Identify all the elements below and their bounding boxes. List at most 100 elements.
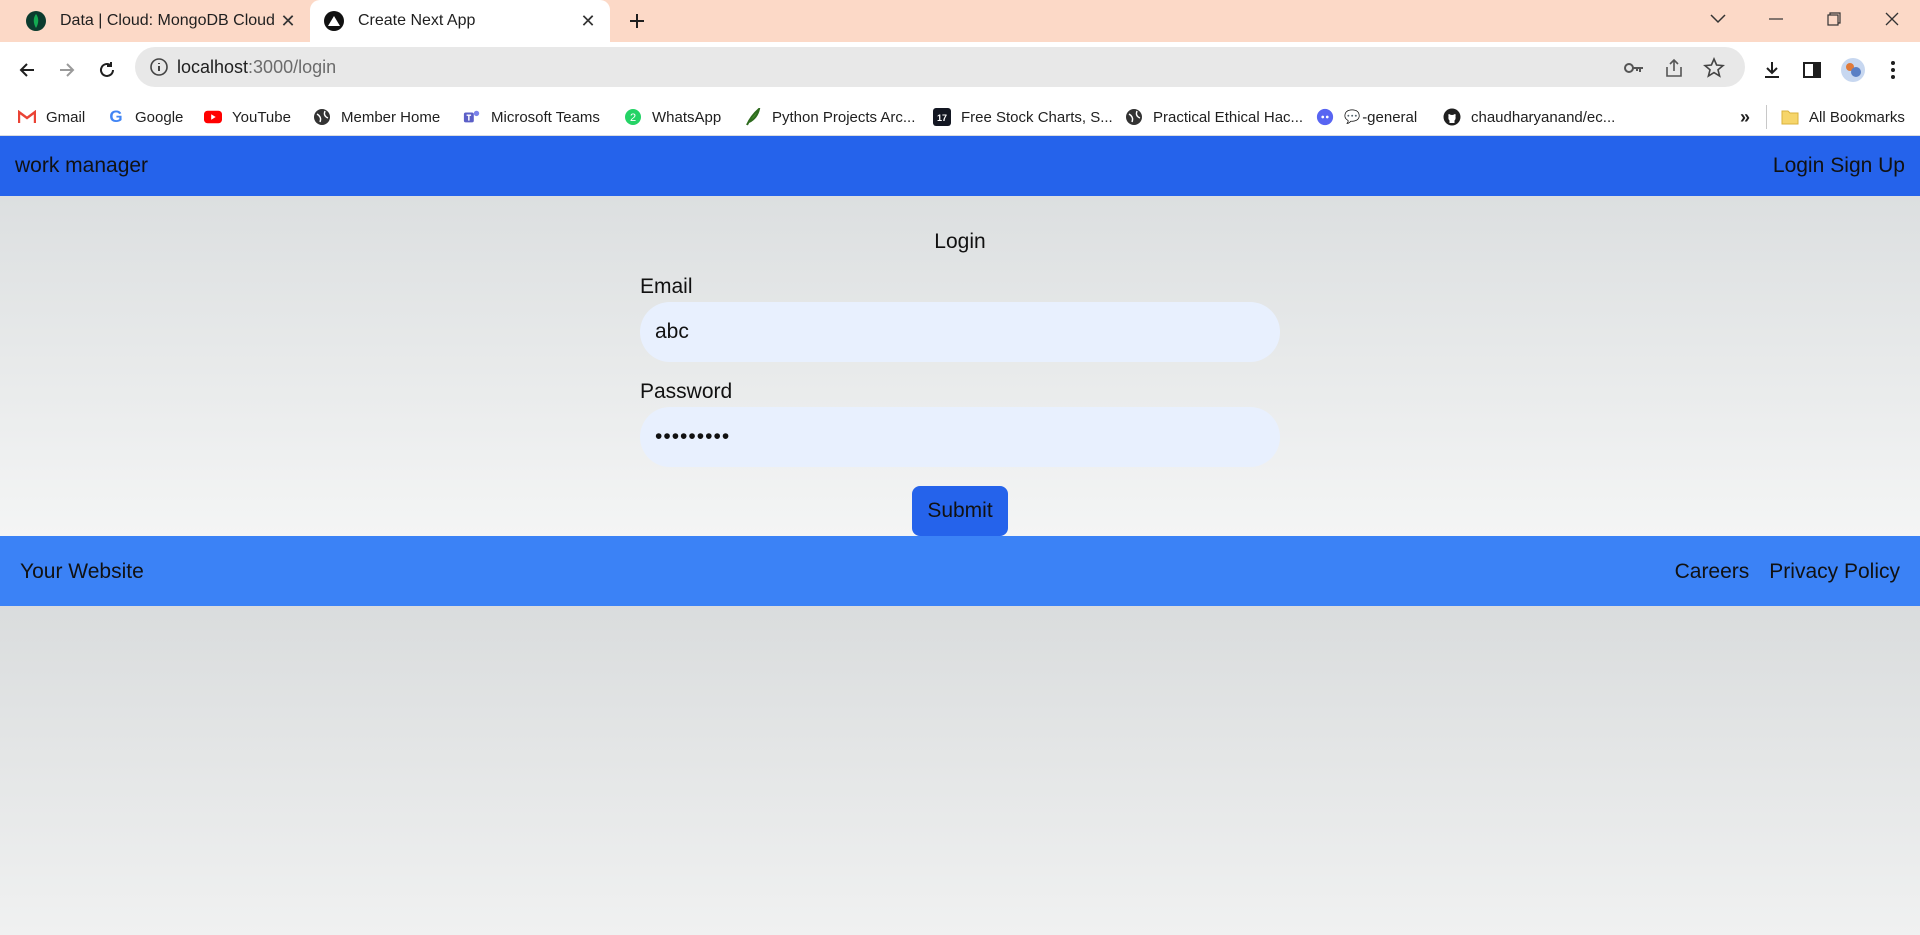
download-icon <box>1765 62 1779 78</box>
bookmark-label: Free Stock Charts, S... <box>961 108 1113 126</box>
svg-text:17: 17 <box>937 113 947 123</box>
chevron-down-icon <box>1710 14 1726 24</box>
bookmark-general[interactable]: 💬 -general <box>1316 98 1417 136</box>
signup-link[interactable]: Sign Up <box>1830 154 1905 178</box>
bookmark-python-projects[interactable]: Python Projects Arc... <box>744 98 915 136</box>
bookmark-youtube[interactable]: YouTube <box>204 98 291 136</box>
site-info-icon[interactable] <box>149 57 169 77</box>
bookmarks-bar: Gmail G Google YouTube Member Home Micro… <box>0 98 1920 136</box>
app-navbar: work manager Login Sign Up <box>0 136 1920 196</box>
footer-links: Careers Privacy Policy <box>1675 560 1900 584</box>
tab-title: Data | Cloud: MongoDB Cloud <box>60 12 274 29</box>
side-panel-button[interactable] <box>1795 53 1829 87</box>
close-icon[interactable]: ✕ <box>274 7 302 35</box>
new-tab-button[interactable] <box>622 6 652 36</box>
browser-toolbar: localhost:3000/login <box>0 42 1920 98</box>
login-link[interactable]: Login <box>1773 154 1824 178</box>
bookmark-github[interactable]: chaudharyanand/ec... <box>1443 98 1615 136</box>
bookmark-label: Google <box>135 108 184 126</box>
all-bookmarks-button[interactable]: All Bookmarks <box>1766 98 1905 136</box>
bookmark-label: -general <box>1362 108 1418 126</box>
minimize-icon <box>1769 18 1783 20</box>
arrow-right-icon <box>60 63 75 77</box>
side-panel-icon <box>1803 62 1821 78</box>
github-icon <box>1443 108 1461 126</box>
bookmark-gmail[interactable]: Gmail <box>18 98 85 136</box>
bookmark-label: Microsoft Teams <box>491 108 600 126</box>
tradingview-icon: 17 <box>933 108 951 126</box>
avatar <box>1841 58 1865 82</box>
bookmark-label: Gmail <box>46 108 86 126</box>
bookmark-practical-ethical-hacking[interactable]: Practical Ethical Hac... <box>1125 98 1303 136</box>
forward-button[interactable] <box>49 52 85 88</box>
tab-title: Create Next App <box>358 12 476 29</box>
close-icon[interactable]: ✕ <box>574 7 602 35</box>
more-bookmarks-button[interactable]: » <box>1740 98 1750 136</box>
reload-icon <box>100 62 114 77</box>
youtube-icon <box>204 108 222 126</box>
reload-button[interactable] <box>89 52 125 88</box>
page-viewport: work manager Login Sign Up Login Email a… <box>0 136 1920 935</box>
back-button[interactable] <box>9 52 45 88</box>
close-icon <box>1885 12 1899 26</box>
minimize-button[interactable] <box>1748 0 1804 38</box>
globe-icon <box>313 108 331 126</box>
nav-links: Login Sign Up <box>1773 154 1905 178</box>
tab-mongodb[interactable]: Data | Cloud: MongoDB Cloud ✕ <box>12 0 310 42</box>
footer: Your Website Careers Privacy Policy <box>0 536 1920 606</box>
bookmark-label: All Bookmarks <box>1809 108 1905 126</box>
whatsapp-icon: 2 <box>624 108 642 126</box>
restore-icon <box>1827 12 1841 26</box>
bookmark-google[interactable]: G Google <box>107 98 183 136</box>
bookmark-label: chaudharyanand/ec... <box>1471 108 1616 126</box>
downloads-button[interactable] <box>1755 53 1789 87</box>
svg-text:2: 2 <box>630 112 636 124</box>
globe-icon <box>1125 108 1143 126</box>
bookmark-label: YouTube <box>232 108 291 126</box>
careers-link[interactable]: Careers <box>1675 560 1750 584</box>
bookmark-microsoft-teams[interactable]: Microsoft Teams <box>463 98 600 136</box>
bookmark-label: Python Projects Arc... <box>772 108 916 126</box>
speech-bubble-icon: 💬 <box>1344 109 1361 124</box>
teams-icon <box>463 108 481 126</box>
restore-button[interactable] <box>1806 0 1862 38</box>
arrow-left-icon <box>19 63 34 77</box>
plus-icon <box>630 14 644 28</box>
tab-create-next-app[interactable]: Create Next App ✕ <box>310 0 610 42</box>
address-bar[interactable]: localhost:3000/login <box>135 47 1745 87</box>
profile-button[interactable] <box>1836 53 1870 87</box>
bookmark-member-home[interactable]: Member Home <box>313 98 440 136</box>
menu-button[interactable] <box>1876 53 1910 87</box>
bookmark-label: WhatsApp <box>652 108 722 126</box>
bookmark-label: Practical Ethical Hac... <box>1153 108 1304 126</box>
tab-search-button[interactable] <box>1690 0 1746 38</box>
key-icon[interactable] <box>1623 57 1645 79</box>
google-icon: G <box>109 107 123 126</box>
mongodb-leaf-icon <box>26 11 46 31</box>
close-window-button[interactable] <box>1864 0 1920 38</box>
feather-icon <box>744 108 762 126</box>
bookmark-label: Member Home <box>341 108 441 126</box>
share-icon[interactable] <box>1663 57 1685 79</box>
footer-site-name: Your Website <box>20 560 144 583</box>
password-field[interactable]: ••••••••• <box>640 407 1280 467</box>
folder-icon <box>1781 108 1799 126</box>
nextjs-triangle-icon <box>324 11 344 31</box>
tab-strip: Data | Cloud: MongoDB Cloud ✕ Create Nex… <box>0 0 1920 42</box>
discord-icon <box>1316 108 1334 126</box>
email-field[interactable]: abc <box>640 302 1280 362</box>
url-text: localhost:3000/login <box>177 57 337 77</box>
gmail-icon <box>18 108 36 126</box>
more-vertical-icon <box>1891 61 1895 79</box>
divider <box>1766 105 1767 129</box>
email-label: Email <box>640 275 693 298</box>
bookmark-whatsapp[interactable]: 2 WhatsApp <box>624 98 721 136</box>
privacy-policy-link[interactable]: Privacy Policy <box>1769 560 1900 584</box>
submit-button[interactable]: Submit <box>912 486 1008 536</box>
login-section: Login Email abc Password ••••••••• Submi… <box>0 196 1920 536</box>
bookmark-free-stock-charts[interactable]: 17 Free Stock Charts, S... <box>933 98 1113 136</box>
password-label: Password <box>640 380 733 403</box>
star-icon[interactable] <box>1703 57 1725 79</box>
page-title: Login <box>934 230 986 253</box>
brand-title: work manager <box>15 154 149 177</box>
